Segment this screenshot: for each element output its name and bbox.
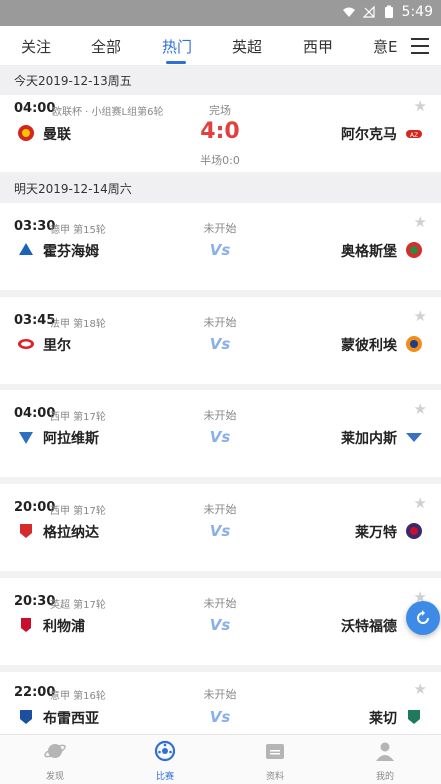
home-team: 阿拉维斯 bbox=[43, 431, 99, 447]
match-league: 西甲 第17轮 bbox=[50, 412, 106, 423]
home-team: 曼联 bbox=[43, 127, 71, 143]
nav-data-label: 资料 bbox=[265, 772, 284, 782]
match-league: 法甲 第18轮 bbox=[50, 319, 106, 330]
match-status: 未开始 bbox=[203, 597, 237, 610]
vs-label: Vs bbox=[209, 241, 231, 259]
match-status: 完场 bbox=[209, 104, 231, 117]
away-team: 莱切 bbox=[369, 711, 397, 727]
vs-label: Vs bbox=[209, 616, 231, 634]
nav-discover-label: 发现 bbox=[45, 772, 64, 782]
montpellier-crest-icon bbox=[406, 336, 422, 352]
az-alkmaar-crest-icon: AZ bbox=[406, 130, 422, 139]
away-team: 沃特福德 bbox=[341, 619, 397, 635]
half-time-score: 半场0:0 bbox=[200, 154, 240, 167]
match-status: 未开始 bbox=[203, 316, 237, 329]
match-card[interactable]: 22:00 意甲 第16轮 未开始 Vs 布雷西亚 莱切 ★ bbox=[0, 672, 441, 734]
tab-follow[interactable]: 关注 bbox=[21, 36, 51, 57]
soccer-ball-icon bbox=[154, 740, 176, 762]
person-icon bbox=[376, 742, 394, 761]
nav-me-label: 我的 bbox=[375, 772, 394, 782]
match-time: 04:00 bbox=[14, 101, 56, 116]
tab-la-liga[interactable]: 西甲 bbox=[303, 36, 333, 57]
match-league: 英超 第17轮 bbox=[50, 600, 106, 611]
leganes-crest-icon bbox=[406, 433, 422, 442]
no-signal-icon bbox=[362, 5, 375, 18]
status-bar: 5:49 bbox=[0, 0, 441, 26]
match-card[interactable]: 20:00 西甲 第17轮 未开始 Vs 格拉纳达 莱万特 ★ bbox=[0, 484, 441, 571]
vs-label: Vs bbox=[209, 522, 231, 540]
vs-label: Vs bbox=[209, 428, 231, 446]
wifi-icon bbox=[342, 7, 355, 17]
tab-premier-league[interactable]: 英超 bbox=[232, 36, 262, 57]
home-team: 格拉纳达 bbox=[43, 525, 99, 541]
favorite-star-icon[interactable]: ★ bbox=[414, 213, 427, 231]
nav-data[interactable]: 资料 bbox=[245, 739, 305, 782]
match-status: 未开始 bbox=[203, 222, 237, 235]
nav-me[interactable]: 我的 bbox=[355, 739, 415, 782]
match-status: 未开始 bbox=[203, 503, 237, 516]
home-team: 里尔 bbox=[43, 338, 71, 354]
away-team: 阿尔克马 bbox=[341, 127, 397, 143]
vs-label: Vs bbox=[209, 335, 231, 353]
refresh-icon bbox=[417, 610, 429, 624]
match-card[interactable]: 04:00 西甲 第17轮 未开始 Vs 阿拉维斯 莱加内斯 ★ bbox=[0, 390, 441, 477]
tab-all[interactable]: 全部 bbox=[91, 36, 121, 57]
home-team: 利物浦 bbox=[43, 619, 85, 635]
away-team: 莱加内斯 bbox=[341, 431, 397, 447]
planet-icon bbox=[44, 744, 66, 758]
brescia-crest-icon bbox=[20, 710, 32, 724]
home-team: 布雷西亚 bbox=[43, 711, 99, 727]
favorite-star-icon[interactable]: ★ bbox=[414, 680, 427, 698]
away-team: 莱万特 bbox=[355, 525, 397, 541]
match-league: 欧联杯 · 小组赛L组第6轮 bbox=[52, 107, 164, 118]
active-tab-indicator bbox=[166, 61, 186, 64]
alaves-crest-icon bbox=[19, 432, 33, 444]
granada-crest-icon bbox=[20, 524, 32, 538]
battery-icon bbox=[384, 5, 393, 18]
nav-discover[interactable]: 发现 bbox=[25, 739, 85, 782]
refresh-button[interactable] bbox=[406, 601, 440, 635]
augsburg-crest-icon bbox=[406, 242, 422, 258]
svg-text:AZ: AZ bbox=[410, 132, 418, 139]
hoffenheim-crest-icon bbox=[19, 243, 33, 255]
favorite-star-icon[interactable]: ★ bbox=[414, 494, 427, 512]
favorite-star-icon[interactable]: ★ bbox=[414, 307, 427, 325]
nav-matches-label: 比赛 bbox=[155, 772, 174, 782]
nav-matches[interactable]: 比赛 bbox=[135, 739, 195, 782]
match-card[interactable]: 03:45 法甲 第18轮 未开始 Vs 里尔 蒙彼利埃 ★ bbox=[0, 297, 441, 384]
match-card[interactable]: 04:00 欧联杯 · 小组赛L组第6轮 完场 4:0 半场0:0 曼联 阿尔克… bbox=[0, 95, 441, 172]
match-status: 未开始 bbox=[203, 688, 237, 701]
bottom-nav: 发现 比赛 资料 我的 bbox=[0, 734, 441, 784]
manchester-united-crest-icon bbox=[18, 125, 34, 141]
status-time: 5:49 bbox=[401, 4, 433, 20]
match-league: 西甲 第17轮 bbox=[50, 506, 106, 517]
levante-crest-icon bbox=[406, 523, 422, 539]
match-card[interactable]: 20:30 英超 第17轮 未开始 Vs 利物浦 沃特福德 ★ bbox=[0, 578, 441, 665]
lille-crest-icon bbox=[18, 339, 34, 349]
match-score: 4:0 bbox=[200, 119, 240, 144]
match-card[interactable]: 03:30 德甲 第15轮 未开始 Vs 霍芬海姆 奥格斯堡 ★ bbox=[0, 203, 441, 290]
lecce-crest-icon bbox=[408, 710, 420, 724]
match-league: 德甲 第15轮 bbox=[50, 225, 106, 236]
away-team: 蒙彼利埃 bbox=[341, 338, 397, 354]
menu-icon[interactable] bbox=[411, 38, 429, 54]
favorite-star-icon[interactable]: ★ bbox=[414, 97, 427, 115]
match-status: 未开始 bbox=[203, 409, 237, 422]
liverpool-crest-icon bbox=[21, 618, 31, 632]
date-header-today: 今天2019-12-13周五 bbox=[0, 67, 441, 95]
category-tabs: 关注 全部 热门 英超 西甲 意E bbox=[0, 26, 441, 66]
folder-icon bbox=[266, 744, 284, 759]
home-team: 霍芬海姆 bbox=[43, 244, 99, 260]
tab-serie-a[interactable]: 意E bbox=[373, 36, 397, 57]
vs-label: Vs bbox=[209, 708, 231, 726]
favorite-star-icon[interactable]: ★ bbox=[414, 400, 427, 418]
match-league: 意甲 第16轮 bbox=[50, 691, 106, 702]
date-header-tomorrow: 明天2019-12-14周六 bbox=[0, 175, 441, 203]
away-team: 奥格斯堡 bbox=[341, 244, 397, 260]
tab-hot[interactable]: 热门 bbox=[162, 36, 192, 57]
